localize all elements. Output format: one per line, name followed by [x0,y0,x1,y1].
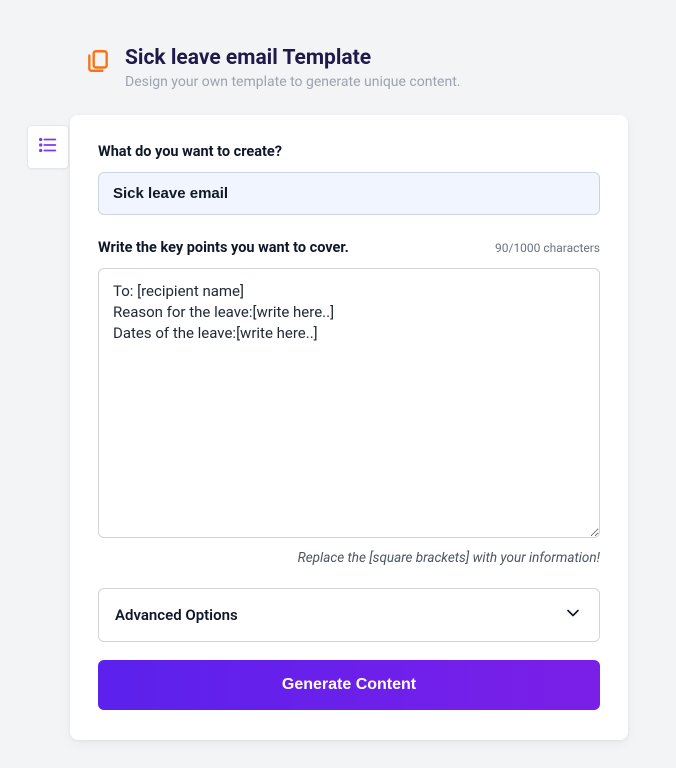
chevron-down-icon [563,603,583,627]
page-subtitle: Design your own template to generate uni… [125,74,676,90]
keypoints-textarea[interactable] [98,268,600,538]
character-counter: 90/1000 characters [495,241,600,255]
advanced-options-toggle[interactable]: Advanced Options [98,588,600,642]
helper-text: Replace the [square brackets] with your … [98,550,600,566]
list-icon [37,134,59,160]
generate-button[interactable]: Generate Content [98,660,600,710]
page-header: Sick leave email Template Design your ow… [0,0,676,90]
keypoints-label: Write the key points you want to cover. [98,239,349,256]
copy-icon [85,48,111,78]
template-form-card: What do you want to create? Write the ke… [70,115,628,740]
advanced-options-label: Advanced Options [115,606,238,624]
title-input[interactable] [98,172,600,215]
sidebar-list-toggle[interactable] [27,125,69,169]
title-label: What do you want to create? [98,143,600,160]
page-title: Sick leave email Template [125,46,676,70]
